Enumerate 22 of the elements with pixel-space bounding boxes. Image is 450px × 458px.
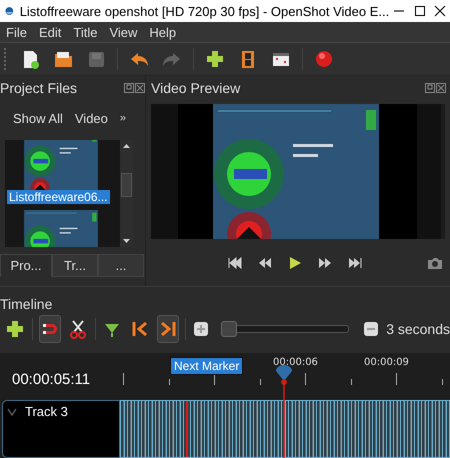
panel-tab[interactable]: ...	[98, 254, 144, 277]
filter-button[interactable]: Show All	[13, 110, 63, 126]
menu-item[interactable]: Help	[143, 24, 182, 40]
filter-button[interactable]: Video	[74, 110, 108, 126]
menu-item[interactable]: Edit	[32, 24, 68, 40]
ruler-label: 00:00:09	[364, 357, 409, 368]
ruler-label: 00:00:06	[273, 357, 318, 368]
window-title: Listoffreeware openshot [HD 720p 30 fps] - OpenShot Video E...	[18, 4, 390, 18]
panel-title: Project Files	[0, 80, 78, 96]
panel-title: Video Preview	[151, 80, 240, 96]
track-name: Track 3	[25, 404, 68, 419]
current-time: 00:00:05:11	[11, 370, 92, 390]
panel-title: Timeline	[0, 296, 52, 312]
more-button[interactable]: »	[120, 112, 126, 124]
file-name[interactable]: Listoffreeware06...	[7, 190, 110, 204]
panel-tab[interactable]: Tr...	[52, 254, 98, 277]
panel-tab[interactable]: Pro...	[0, 254, 52, 277]
menu-item[interactable]: File	[0, 24, 33, 40]
zoom-label: 3 seconds	[386, 320, 450, 337]
menu-item[interactable]: Title	[67, 24, 104, 40]
tooltip: Next Marker	[170, 357, 244, 375]
menu-item[interactable]: View	[103, 24, 144, 40]
